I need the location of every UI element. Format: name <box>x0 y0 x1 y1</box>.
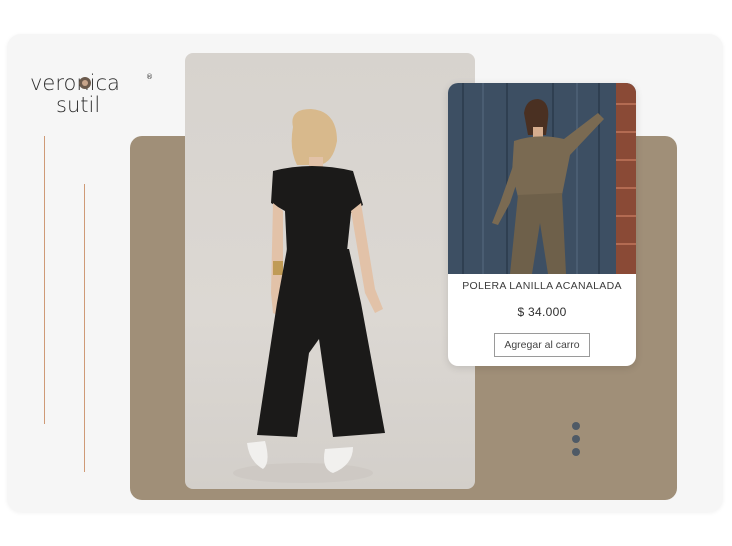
kebab-dot <box>572 422 580 430</box>
logo-line-2: sutil <box>56 93 100 117</box>
more-vertical-icon[interactable] <box>569 422 583 456</box>
decorative-line-right <box>84 184 85 472</box>
logo-line-1: veronica <box>30 71 120 95</box>
product-price: $ 34.000 <box>517 305 567 319</box>
product-image[interactable] <box>448 83 636 274</box>
logo-flower-center <box>82 80 88 86</box>
kebab-dot <box>572 448 580 456</box>
brand-logo[interactable]: veronica ® sutil <box>30 70 154 118</box>
kebab-dot <box>572 435 580 443</box>
product-name[interactable]: POLERA LANILLA ACANALADA <box>448 280 636 292</box>
logo-registered-mark: ® <box>146 73 153 81</box>
hero-model-illustration <box>233 109 385 483</box>
add-to-cart-button[interactable]: Agregar al carro <box>494 333 590 357</box>
hero-image <box>185 53 475 489</box>
product-card[interactable]: POLERA LANILLA ACANALADA $ 34.000 Agrega… <box>448 83 636 366</box>
decorative-line-left <box>44 136 45 424</box>
logo-graphic: veronica ® sutil <box>30 71 153 117</box>
